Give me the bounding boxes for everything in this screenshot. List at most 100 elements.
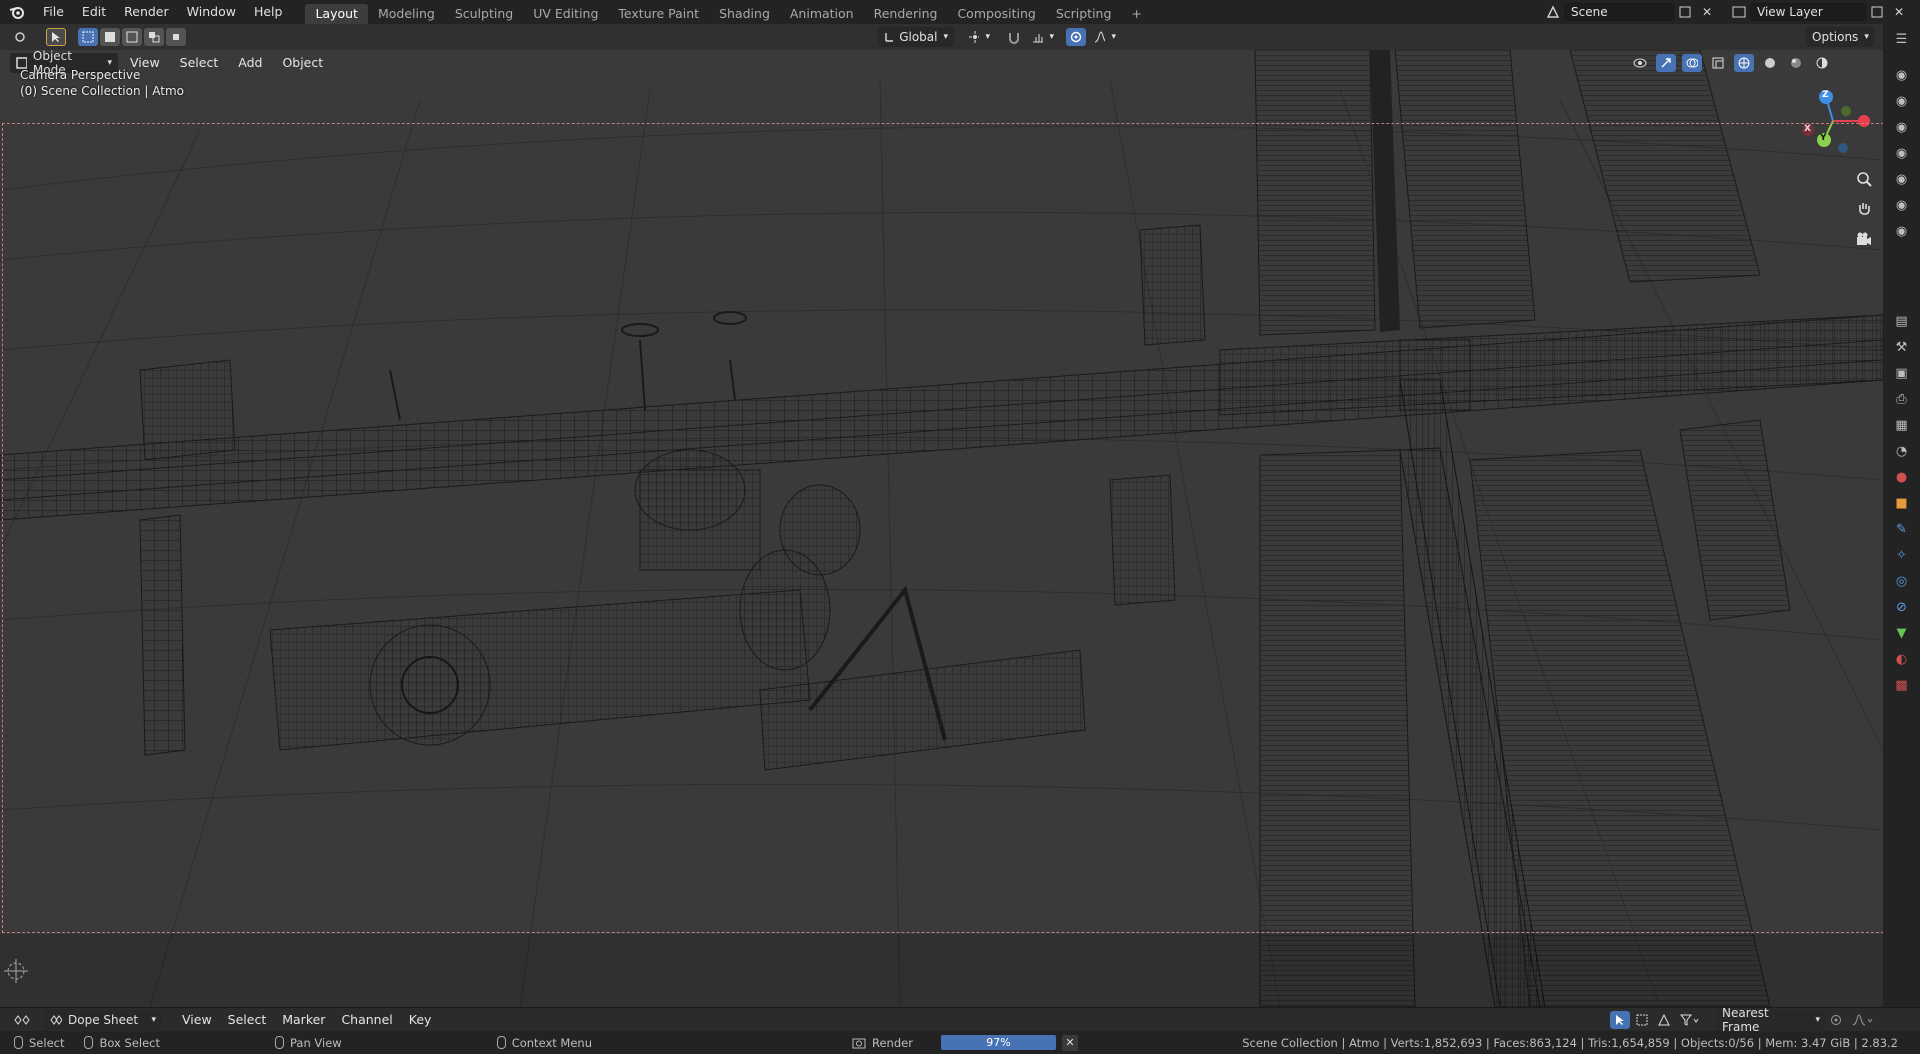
select-mode-intersect-icon[interactable] (166, 28, 186, 46)
material-properties-icon[interactable]: ◐ (1891, 648, 1913, 670)
menu-render[interactable]: Render (115, 0, 178, 24)
tab-layout[interactable]: Layout (305, 4, 368, 24)
viewport-menu-add[interactable]: Add (230, 53, 270, 73)
options-label: Options (1812, 30, 1859, 44)
tab-modeling[interactable]: Modeling (368, 4, 445, 24)
new-scene-icon[interactable] (1674, 2, 1696, 22)
dopesheet-menu-channel[interactable]: Channel (333, 1010, 400, 1030)
menu-file[interactable]: File (34, 0, 73, 24)
physics-icon[interactable]: ◎ (1891, 570, 1913, 592)
status-box-select-label: Box Select (99, 1035, 160, 1050)
view-layer-field[interactable]: View Layer (1750, 3, 1866, 21)
tab-animation[interactable]: Animation (780, 4, 864, 24)
proportional-edit-dopesheet-icon[interactable] (1826, 1011, 1846, 1029)
modifier-wrench-icon[interactable]: ✎ (1891, 518, 1913, 540)
cancel-render-icon[interactable]: ✕ (1061, 1034, 1078, 1051)
view-layer-properties-icon[interactable]: ▦ (1891, 414, 1913, 436)
menu-window[interactable]: Window (178, 0, 245, 24)
viewport-menu-object[interactable]: Object (274, 53, 331, 73)
solid-shading-icon[interactable] (1760, 54, 1780, 72)
visibility-eye-icon[interactable]: ◉ (1891, 90, 1913, 112)
only-errors-icon[interactable] (1654, 1011, 1674, 1029)
delete-view-layer-icon[interactable]: ✕ (1888, 2, 1910, 22)
overlays-toggle-icon[interactable] (1682, 54, 1702, 72)
falloff-dopesheet-icon[interactable] (1848, 1011, 1878, 1029)
show-hidden-icon[interactable] (1632, 1011, 1652, 1029)
menu-help[interactable]: Help (245, 0, 292, 24)
proportional-falloff-dropdown[interactable]: ▾ (1088, 27, 1122, 47)
dopesheet-editor-type-icon[interactable] (8, 1011, 36, 1029)
tab-texture-paint[interactable]: Texture Paint (608, 4, 709, 24)
output-properties-icon[interactable]: ⎙ (1891, 388, 1913, 410)
pan-hand-icon[interactable] (1853, 198, 1875, 220)
transform-orientation-dropdown[interactable]: Global ▾ (878, 27, 954, 47)
3d-viewport[interactable]: Z Y X Object Mode ▾ View Select Add Obje… (0, 50, 1883, 1007)
world-properties-icon[interactable]: ● (1891, 466, 1913, 488)
dopesheet-menu-view[interactable]: View (174, 1010, 220, 1030)
select-mode-new-icon[interactable] (78, 28, 98, 46)
select-mode-subtract-icon[interactable] (122, 28, 142, 46)
filter-funnel-icon[interactable] (1676, 1011, 1704, 1029)
add-workspace-button[interactable]: + (1121, 4, 1151, 24)
tab-uv-editing[interactable]: UV Editing (523, 4, 608, 24)
dopesheet-mode-icon (50, 1014, 62, 1025)
chevron-down-icon: ▾ (985, 32, 990, 42)
tab-compositing[interactable]: Compositing (947, 4, 1045, 24)
visibility-eye-icon[interactable]: ◉ (1891, 64, 1913, 86)
dopesheet-menu-key[interactable]: Key (401, 1010, 440, 1030)
visibility-eye-icon[interactable]: ◉ (1891, 194, 1913, 216)
constraints-icon[interactable]: ⊘ (1891, 596, 1913, 618)
delete-scene-icon[interactable]: ✕ (1696, 2, 1718, 22)
editor-type-icon[interactable] (10, 28, 30, 46)
tab-rendering[interactable]: Rendering (864, 4, 948, 24)
material-preview-icon[interactable] (1786, 54, 1806, 72)
blender-logo-icon[interactable] (0, 0, 34, 24)
chevron-down-icon: ▾ (943, 32, 948, 42)
view-layer-selector-icon[interactable] (1728, 2, 1750, 22)
falloff-curve-icon (1094, 31, 1106, 43)
zoom-icon[interactable] (1853, 168, 1875, 190)
new-view-layer-icon[interactable] (1866, 2, 1888, 22)
scene-selector-icon[interactable] (1542, 2, 1564, 22)
viewport-menu-select[interactable]: Select (172, 53, 227, 73)
outliner-icon[interactable]: ☰ (1891, 28, 1913, 50)
select-mode-extend-icon[interactable] (100, 28, 120, 46)
tab-sculpting[interactable]: Sculpting (445, 4, 523, 24)
snap-target-dropdown[interactable]: ▾ (1026, 27, 1060, 47)
rendered-shading-icon[interactable] (1812, 54, 1832, 72)
visibility-eye-icon[interactable]: ◉ (1891, 142, 1913, 164)
texture-properties-icon[interactable]: ▩ (1891, 674, 1913, 696)
snap-toggle-icon[interactable] (1004, 28, 1024, 46)
camera-view-icon[interactable] (1853, 228, 1875, 250)
visibility-eye-icon[interactable]: ◉ (1891, 116, 1913, 138)
tab-scripting[interactable]: Scripting (1046, 4, 1122, 24)
proportional-edit-icon[interactable] (1066, 28, 1086, 46)
visibility-filter-icon[interactable] (1630, 54, 1650, 72)
xray-toggle-icon[interactable] (1708, 54, 1728, 72)
chevron-down-icon: ▾ (151, 1014, 156, 1025)
object-properties-icon[interactable]: ■ (1891, 492, 1913, 514)
wireframe-shading-icon[interactable] (1734, 54, 1754, 72)
tab-shading[interactable]: Shading (709, 4, 780, 24)
dopesheet-menu-select[interactable]: Select (220, 1010, 275, 1030)
scene-properties-icon[interactable]: ◔ (1891, 440, 1913, 462)
scene-name-field[interactable]: Scene (1564, 3, 1674, 21)
gizmo-toggle-icon[interactable] (1656, 54, 1676, 72)
select-mode-difference-icon[interactable] (144, 28, 164, 46)
pivot-point-dropdown[interactable]: ▾ (962, 27, 996, 47)
options-dropdown[interactable]: Options ▾ (1806, 27, 1874, 47)
snap-mode-dropdown[interactable]: Nearest Frame ▾ (1716, 1006, 1826, 1034)
select-tool-icon[interactable] (46, 28, 66, 46)
menu-edit[interactable]: Edit (73, 0, 115, 24)
only-selected-icon[interactable] (1610, 1010, 1630, 1029)
visibility-eye-icon[interactable]: ◉ (1891, 168, 1913, 190)
dopesheet-mode-dropdown[interactable]: Dope Sheet ▾ (44, 1009, 162, 1030)
dopesheet-menu-marker[interactable]: Marker (274, 1010, 333, 1030)
object-data-icon[interactable]: ▼ (1891, 622, 1913, 644)
particles-icon[interactable]: ✧ (1891, 544, 1913, 566)
visibility-eye-icon[interactable]: ◉ (1891, 220, 1913, 242)
render-properties-icon[interactable]: ▣ (1891, 362, 1913, 384)
wireframe-scene (0, 50, 1883, 1007)
properties-editor-icon[interactable]: ▤ (1891, 310, 1913, 332)
tool-properties-icon[interactable]: ⚒ (1891, 336, 1913, 358)
